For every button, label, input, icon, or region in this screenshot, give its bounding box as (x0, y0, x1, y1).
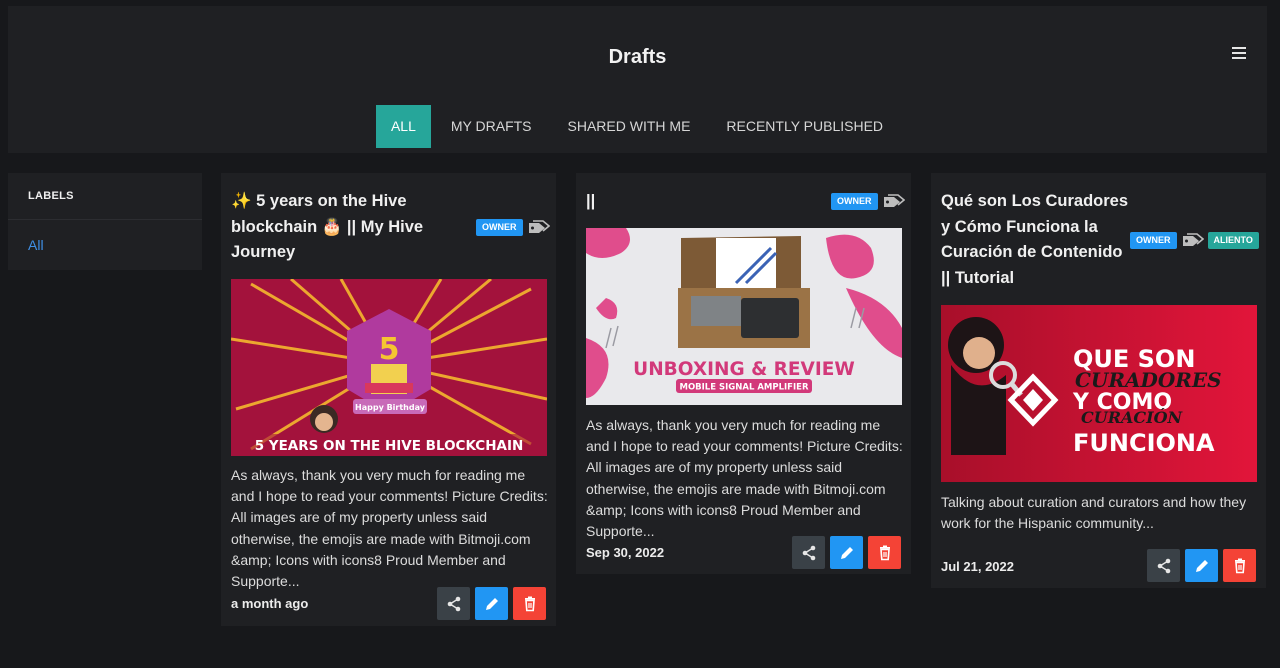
label-item-all[interactable]: All (8, 220, 202, 270)
draft-excerpt: As always, thank you very much for readi… (231, 467, 548, 590)
draft-actions (437, 587, 546, 620)
edit-button[interactable] (830, 536, 863, 569)
thumbnail-heading: 5 YEARS ON THE HIVE BLOCKCHAIN (255, 438, 524, 454)
draft-excerpt: Talking about curation and curators and … (941, 494, 1247, 532)
thumbnail-line-4: CURACIÓN (1081, 407, 1184, 427)
delete-button[interactable] (868, 536, 901, 569)
draft-card[interactable]: ✨ 5 years on the Hive blockchain 🎂 || My… (221, 173, 556, 626)
labels-heading: LABELS (8, 173, 202, 220)
owner-badge: OWNER (1130, 232, 1177, 249)
thumbnail-caption: MOBILE SIGNAL AMPLIFIER (679, 383, 808, 393)
tag-icon[interactable] (883, 193, 905, 210)
candle-digit: 5 (379, 332, 400, 367)
tab-shared-with-me[interactable]: SHARED WITH ME (552, 105, 707, 148)
share-button[interactable] (792, 536, 825, 569)
draft-card[interactable]: Qué son Los Curadores y Cómo Funciona la… (931, 173, 1266, 588)
share-icon (1157, 558, 1170, 573)
draft-thumbnail[interactable]: QUE SON CURADORES Y COMO CURACIÓN FUNCIO… (941, 305, 1257, 482)
draft-date: Sep 30, 2022 (586, 545, 665, 560)
page-title: Drafts (608, 46, 667, 68)
draft-thumbnail[interactable]: 5 Happy Birthday 5 YEARS ON THE HIVE BLO… (231, 279, 547, 456)
tag-icon[interactable] (528, 219, 550, 236)
tag-icon[interactable] (1182, 232, 1204, 249)
delete-button[interactable] (513, 587, 546, 620)
owner-badge: OWNER (476, 219, 523, 236)
curation-illustration: QUE SON CURADORES Y COMO CURACIÓN FUNCIO… (941, 305, 1257, 482)
draft-thumbnail[interactable]: UNBOXING & REVIEW MOBILE SIGNAL AMPLIFIE… (586, 228, 902, 405)
tag-group: OWNER ALIENTO (1130, 232, 1259, 249)
tag-group: OWNER (476, 219, 550, 236)
trash-icon (879, 545, 890, 560)
trash-icon (524, 596, 535, 611)
edit-button[interactable] (1185, 549, 1218, 582)
thumbnail-line-2: CURADORES (1075, 368, 1222, 392)
share-icon (802, 545, 815, 560)
happy-birthday-caption: Happy Birthday (355, 403, 426, 412)
pencil-icon (840, 546, 853, 559)
edit-button[interactable] (475, 587, 508, 620)
menu-icon[interactable] (1232, 47, 1246, 59)
labels-sidebar: LABELS All (8, 173, 202, 270)
thumbnail-line-5: FUNCIONA (1073, 429, 1215, 457)
tag-group: OWNER (831, 193, 905, 210)
share-button[interactable] (437, 587, 470, 620)
draft-card[interactable]: || OWNER UNBOXING & REVIEW MOBILE SIGNAL… (576, 173, 911, 574)
draft-title[interactable]: ✨ 5 years on the Hive blockchain 🎂 || My… (231, 189, 476, 266)
tab-recently-published[interactable]: RECENTLY PUBLISHED (710, 105, 899, 148)
draft-excerpt: As always, thank you very much for readi… (586, 417, 903, 540)
draft-title[interactable]: || (586, 189, 786, 215)
draft-date: a month ago (231, 596, 309, 611)
draft-actions (792, 536, 901, 569)
tab-my-drafts[interactable]: MY DRAFTS (435, 105, 548, 148)
trash-icon (1234, 558, 1245, 573)
draft-title[interactable]: Qué son Los Curadores y Cómo Funciona la… (941, 189, 1136, 291)
owner-badge: OWNER (831, 193, 878, 210)
share-button[interactable] (1147, 549, 1180, 582)
unboxing-illustration: UNBOXING & REVIEW MOBILE SIGNAL AMPLIFIE… (586, 228, 902, 398)
thumbnail-heading: UNBOXING & REVIEW (633, 359, 855, 380)
pencil-icon (1195, 559, 1208, 572)
tab-bar: ALL MY DRAFTS SHARED WITH ME RECENTLY PU… (8, 105, 1267, 148)
top-header: Drafts ALL MY DRAFTS SHARED WITH ME RECE… (8, 6, 1267, 153)
birthday-illustration: 5 Happy Birthday 5 YEARS ON THE HIVE BLO… (231, 279, 547, 456)
share-icon (447, 596, 460, 611)
tab-all[interactable]: ALL (375, 105, 431, 148)
pencil-icon (485, 597, 498, 610)
draft-actions (1147, 549, 1256, 582)
delete-button[interactable] (1223, 549, 1256, 582)
draft-date: Jul 21, 2022 (941, 559, 1014, 574)
aliento-badge: ALIENTO (1207, 232, 1259, 249)
